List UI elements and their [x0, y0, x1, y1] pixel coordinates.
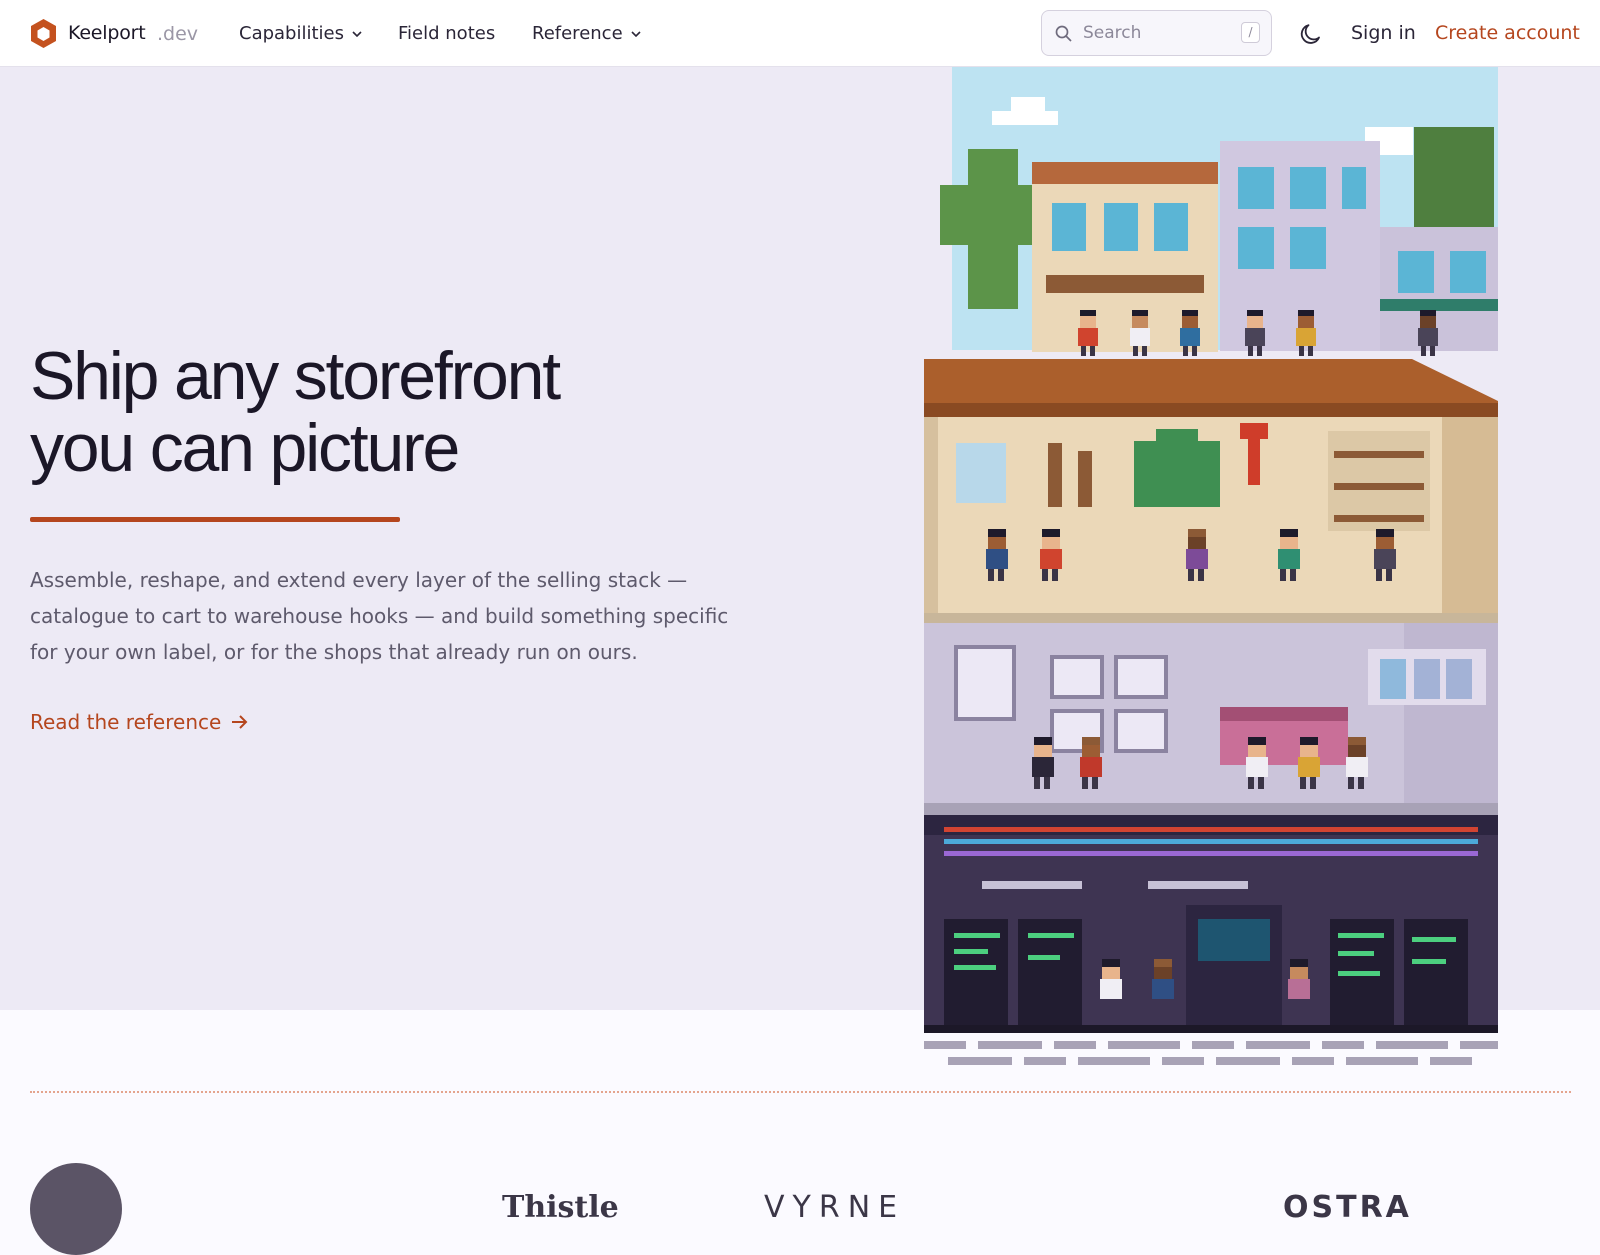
site-header: Keelport .dev Capabilities Field notes R…: [0, 0, 1600, 67]
avatar: [30, 1163, 122, 1255]
customer-logo-1: Thistle: [502, 1190, 619, 1225]
search-icon: [1055, 25, 1072, 42]
hero-accent-rule: [30, 517, 400, 522]
hero-title-line-2: you can picture: [30, 410, 460, 486]
search-shortcut-key: /: [1241, 22, 1260, 43]
hero-title-line-1: Ship any storefront: [30, 338, 561, 414]
arrow-right-icon: [232, 715, 248, 729]
hero-description: Assemble, reshape, and extend every laye…: [30, 568, 729, 664]
nav-field-notes[interactable]: Field notes: [398, 23, 495, 44]
create-account-link[interactable]: Create account: [1435, 22, 1580, 44]
nav-capabilities-label: Capabilities: [239, 23, 344, 44]
chevron-down-icon: [631, 30, 641, 37]
nav-reference[interactable]: Reference: [532, 23, 641, 44]
sign-in-link[interactable]: Sign in: [1351, 22, 1416, 44]
nav-reference-label: Reference: [532, 23, 623, 44]
storefront-pixel-illustration: [924, 67, 1498, 1065]
search-input[interactable]: Search /: [1041, 10, 1272, 56]
search-placeholder: Search: [1083, 23, 1142, 43]
moon-icon[interactable]: [1299, 22, 1323, 46]
keelport-logo-icon[interactable]: [31, 19, 56, 48]
customer-logo-3: OSTRA: [1283, 1190, 1412, 1225]
read-reference-label: Read the reference: [30, 710, 222, 734]
brand-suffix: .dev: [157, 23, 199, 45]
customer-logo-2: VYRNE: [764, 1190, 906, 1225]
brand-name[interactable]: Keelport: [68, 22, 146, 44]
nav-capabilities[interactable]: Capabilities: [239, 23, 362, 44]
chevron-down-icon: [352, 30, 362, 37]
hero-title: Ship any storefront you can picture: [30, 338, 561, 486]
section-divider: [30, 1091, 1571, 1093]
read-reference-link[interactable]: Read the reference: [30, 710, 248, 734]
nav-field-notes-label: Field notes: [398, 23, 496, 44]
